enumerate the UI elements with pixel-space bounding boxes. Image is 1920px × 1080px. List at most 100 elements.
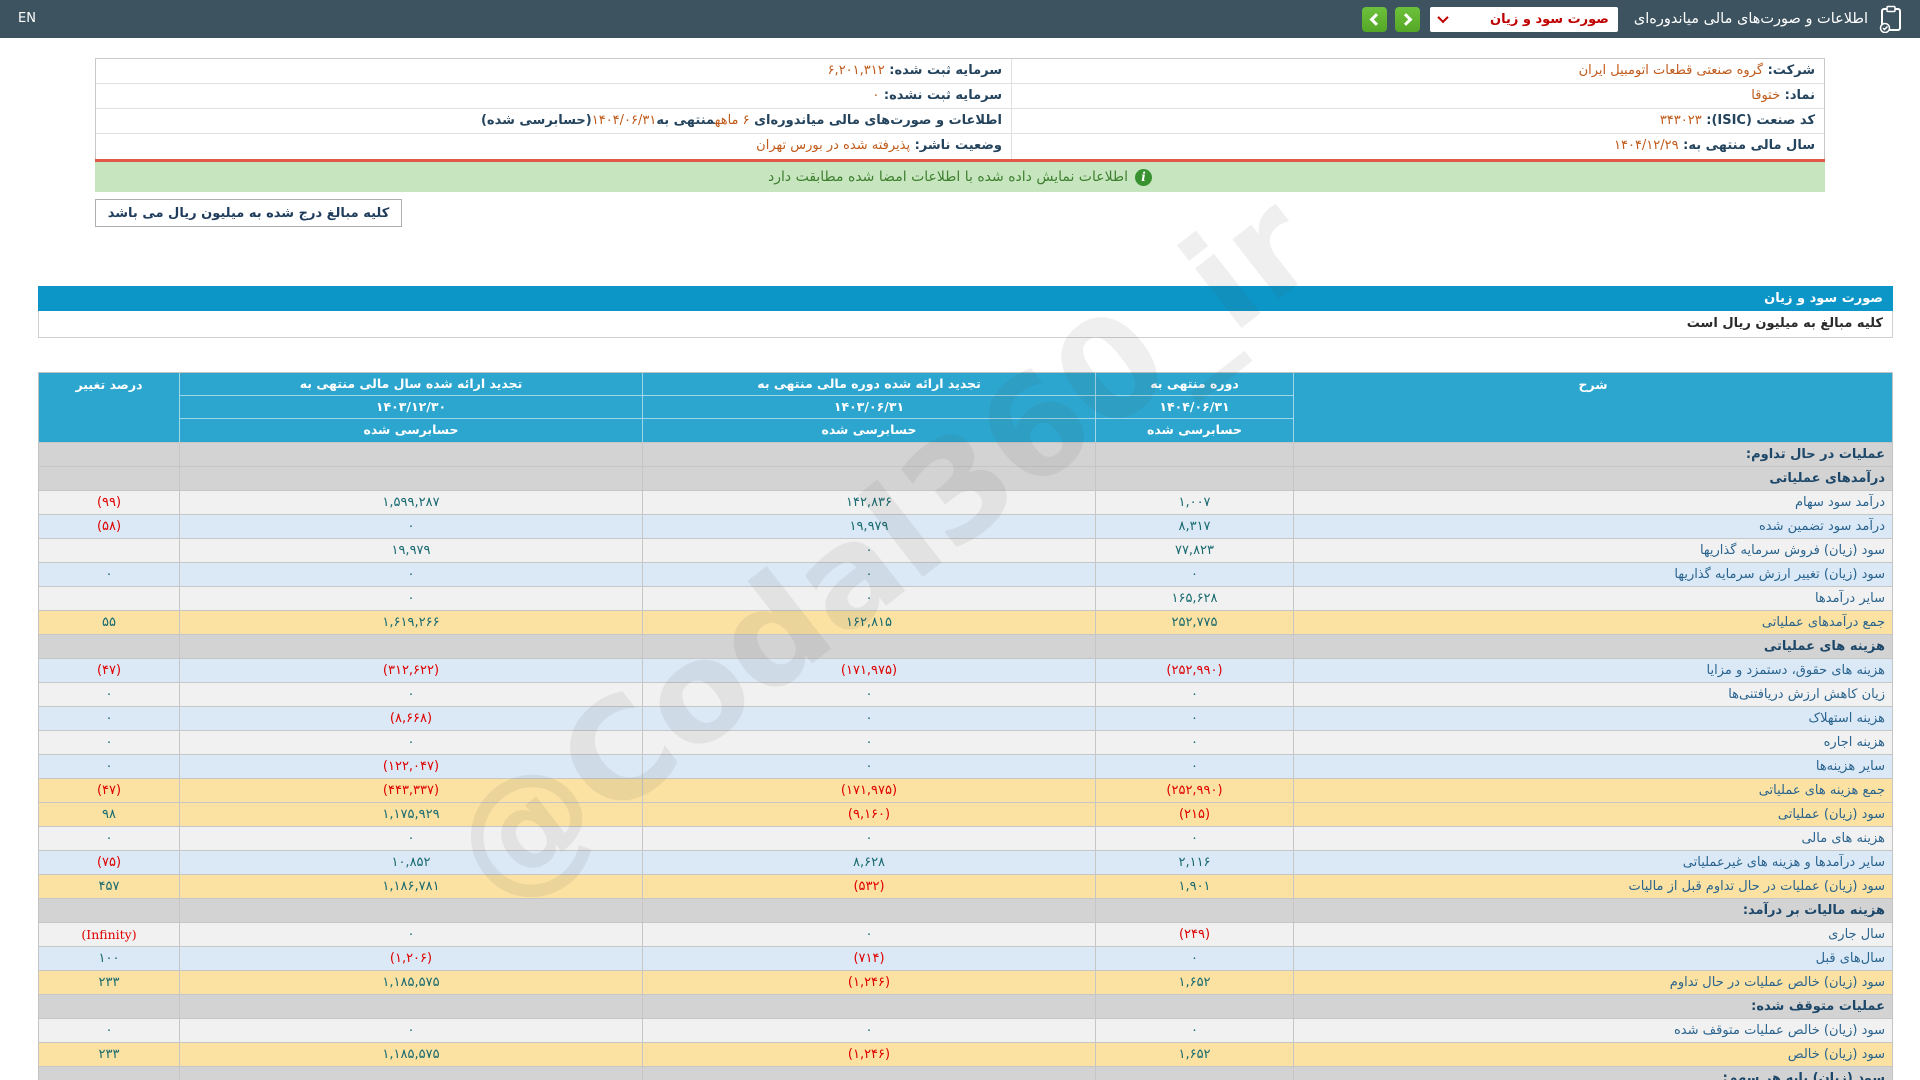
row-value: ۰ [1095,755,1293,778]
info-row: سال مالی منتهی به: ۱۴۰۴/۱۲/۲۹ وضعیت ناشر:… [96,134,1824,159]
table-row: هزینه استهلاک ۰ ۰ (۸,۶۶۸) ۰ [39,706,1892,730]
row-value [642,443,1095,466]
info-cell: شرکت: گروه صنعتی قطعات اتومبیل ایران [1011,59,1824,83]
row-value: (۲۱۵) [1095,803,1293,826]
row-value: ۲۳۳ [98,1047,120,1062]
row-value: (۷۱۴) [642,947,1095,970]
table-row: سود (زیان) فروش سرمایه گذاریها ۷۷,۸۲۳ ۰ ۱۹,… [39,538,1892,562]
row-value: ۰ [1095,731,1293,754]
row-value: ۲,۱۱۶ [1095,851,1293,874]
header-line: تجدید ارائه شده سال مالی منتهی به [180,373,642,396]
row-value: (۳۱۲,۶۲۲) [179,659,642,682]
row-value: (۸,۶۶۸) [179,707,642,730]
row-label: سال‌های قبل [1293,947,1892,970]
row-value [1095,443,1293,466]
row-label: سایر هزینه‌ها [1293,755,1892,778]
row-value [39,467,179,490]
clipboard-check-icon [1878,5,1904,33]
table-row: هزینه های حقوق، دستمزد و مزایا (۲۵۲,۹۹۰)(… [39,658,1892,682]
row-value: (۱,۲۴۶) [642,1043,1095,1066]
row-label: هزینه های حقوق، دستمزد و مزایا [1293,659,1892,682]
row-value: ۰ [179,515,642,538]
row-label: هزینه های مالی [1293,827,1892,850]
row-label: سود (زیان) خالص [1293,1043,1892,1066]
table-row: درآمد سود تضمین شده ۸,۳۱۷ ۱۹,۹۷۹ ۰ (۵۸) [39,514,1892,538]
info-value: گروه صنعتی قطعات اتومبیل ایران [1578,63,1764,78]
row-value: ۰ [179,683,642,706]
report-type-dropdown[interactable]: صورت سود و زیان [1429,6,1618,32]
row-value: (۱,۲۰۶) [179,947,642,970]
info-cell: سال مالی منتهی به: ۱۴۰۴/۱۲/۲۹ [1011,134,1824,159]
header-description: شرح [1293,373,1892,442]
row-value: (۱۷۱,۹۷۵) [642,659,1095,682]
row-value: ۰ [1095,1019,1293,1042]
info-label: کد صنعت (ISIC): [1701,113,1815,128]
row-label: عملیات در حال تداوم: [1293,443,1892,466]
info-label: وضعیت ناشر: [910,138,1002,153]
info-cell: کد صنعت (ISIC): ۳۴۳۰۲۳ [1011,109,1824,133]
row-value: ۱,۹۰۱ [1095,875,1293,898]
row-value: ۰ [179,923,642,946]
row-value: ۸,۶۲۸ [642,851,1095,874]
row-value [39,443,179,466]
info-label: منتهی به [656,113,715,128]
info-label: (حسابرسی شده) [480,113,592,128]
row-value: ۰ [105,687,113,702]
row-value: ۰ [179,731,642,754]
info-row: نماد: ختوقا سرمایه ثبت نشده: ۰ [96,84,1824,109]
table-row: سود (زیان) تغییر ارزش سرمایه گذاریها ۰ ۰ ۰ ۰ [39,562,1892,586]
header-date: ۱۴۰۳/۱۲/۳۰ [180,396,642,419]
row-value: ۰ [179,587,642,610]
info-cell: سرمایه ثبت شده: ۶,۲۰۱,۳۱۲ [96,59,1011,83]
info-row: کد صنعت (ISIC): ۳۴۳۰۲۳ اطلاعات و صورت‌های… [96,109,1824,134]
table-row: سود (زیان) خالص عملیات متوقف شده ۰ ۰ ۰ ۰ [39,1018,1892,1042]
header-current-period: دوره منتهی به ۱۴۰۴/۰۶/۳۱ حسابرسی شده [1095,373,1293,442]
table-row: سایر درآمدها ۱۶۵,۶۲۸ ۰ ۰ [39,586,1892,610]
table-row: سود (زیان) خالص ۱,۶۵۲ (۱,۲۴۶) ۱,۱۸۵,۵۷۵ ۲۳۳ [39,1042,1892,1066]
row-label: درآمدهای عملیاتی [1293,467,1892,490]
chevron-right-icon [1399,12,1413,26]
table-row: سال‌های قبل ۰ (۷۱۴) (۱,۲۰۶) ۱۰۰ [39,946,1892,970]
row-value: ۲۵۲,۷۷۵ [1095,611,1293,634]
row-value [642,995,1095,1018]
language-switch-en[interactable]: EN [18,0,36,38]
info-cell: نماد: ختوقا [1011,84,1824,108]
row-value: (۹,۱۶۰) [642,803,1095,826]
row-value: ۱۶۵,۶۲۸ [1095,587,1293,610]
row-label: سود (زیان) خالص عملیات متوقف شده [1293,1019,1892,1042]
prev-report-button[interactable] [1361,6,1387,32]
row-value: ۰ [105,759,113,774]
section-row: عملیات در حال تداوم: [39,442,1892,466]
row-label: هزینه های عملیاتی [1293,635,1892,658]
row-value: ۰ [642,539,1095,562]
header-audit-status: حسابرسی شده [1146,422,1243,437]
chevron-down-icon [1437,11,1449,24]
row-value [642,467,1095,490]
row-value: (Infinity) [81,927,137,942]
row-value: ۱۰۰ [98,951,120,966]
row-value: ۰ [642,827,1095,850]
row-label: هزینه استهلاک [1293,707,1892,730]
row-value [179,995,642,1018]
row-label: هزینه اجاره [1293,731,1892,754]
row-value [179,443,642,466]
row-value: ۰ [1095,563,1293,586]
section-row: درآمدهای عملیاتی [39,466,1892,490]
info-label: سال مالی منتهی به: [1678,138,1815,153]
row-value: ۰ [1095,947,1293,970]
next-report-button[interactable] [1394,6,1420,32]
row-value [179,899,642,922]
header-restated-year: تجدید ارائه شده سال مالی منتهی به ۱۴۰۳/۱… [179,373,642,442]
row-value: ۱۹,۹۷۹ [642,515,1095,538]
section-row: هزینه های عملیاتی [39,634,1892,658]
row-value: (۷۵) [96,855,122,870]
table-header: شرح دوره منتهی به ۱۴۰۴/۰۶/۳۱ حسابرسی شده… [39,373,1892,442]
header-audit-status: حسابرسی شده [363,422,459,437]
report-type-value: صورت سود و زیان [1490,11,1609,27]
signature-notice: i اطلاعات نمایش داده شده با اطلاعات امضا… [95,162,1825,192]
units-note: کلیه مبالغ درج شده به میلیون ریال می باش… [95,199,402,227]
row-value [642,899,1095,922]
info-value: ۳۴۳۰۲۳ [1659,113,1702,128]
top-bar: EN اطلاعات و صورت‌های مالی میاندوره‌ای ص… [0,0,1920,38]
info-icon: i [1135,168,1152,186]
